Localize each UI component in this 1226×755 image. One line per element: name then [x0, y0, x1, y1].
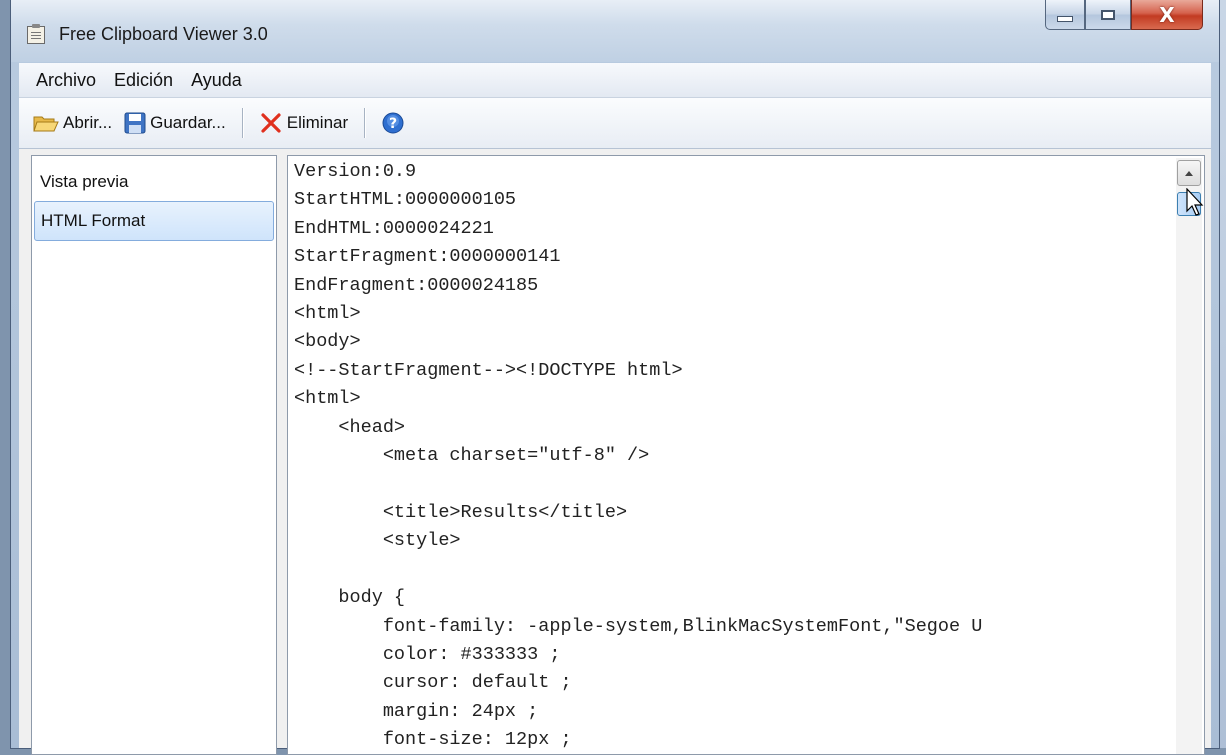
window-title: Free Clipboard Viewer 3.0 — [59, 24, 268, 44]
maximize-button[interactable] — [1085, 0, 1131, 30]
menu-bar: Archivo Edición Ayuda — [19, 63, 1211, 98]
open-button[interactable]: Abrir... — [19, 103, 118, 143]
code-line: color: #333333 ; — [294, 643, 561, 665]
format-item-preview[interactable]: Vista previa — [34, 162, 274, 202]
code-line: StartHTML:0000000105 — [294, 189, 517, 211]
toolbar-separator — [364, 108, 366, 138]
app-window: Free Clipboard Viewer 3.0 X Archivo Edic… — [10, 0, 1220, 755]
help-button[interactable]: ? — [375, 103, 415, 143]
toolbar-separator — [241, 108, 243, 138]
delete-button[interactable]: Eliminar — [253, 103, 354, 143]
format-item-label: HTML Format — [41, 211, 146, 230]
clipboard-content-view[interactable]: Version:0.9 StartHTML:0000000105 EndHTML:0… — [287, 155, 1205, 755]
minimize-button[interactable] — [1045, 0, 1085, 30]
code-line: EndHTML:0000024221 — [294, 217, 494, 239]
clipboard-text[interactable]: Version:0.9 StartHTML:0000000105 EndHTML:0… — [294, 158, 1174, 754]
vertical-scrollbar[interactable] — [1176, 158, 1202, 754]
save-button[interactable]: Guardar... — [118, 103, 232, 143]
clipboard-app-icon[interactable] — [27, 24, 45, 44]
delete-x-icon — [261, 113, 281, 133]
title-bar[interactable]: Free Clipboard Viewer 3.0 X — [11, 0, 1219, 62]
code-line: body { — [294, 587, 406, 609]
code-line: <title>Results</title> — [294, 501, 628, 523]
code-line: <style> — [294, 530, 461, 552]
delete-label: Eliminar — [286, 113, 349, 132]
format-item-label: Vista previa — [40, 172, 129, 191]
code-line: margin: 24px ; — [294, 700, 539, 722]
code-line: cursor: default ; — [294, 672, 572, 694]
open-folder-icon — [33, 116, 59, 132]
code-line: font-size: 12px ; — [294, 729, 572, 751]
toolbar: Abrir... Guardar... Eliminar ? — [19, 98, 1211, 149]
save-label: Guardar... — [150, 113, 226, 132]
formats-list: Vista previa HTML Format — [31, 155, 277, 755]
code-line: Version:0.9 — [294, 161, 417, 182]
close-button[interactable]: X — [1131, 0, 1203, 30]
menu-edicion[interactable]: Edición — [105, 70, 182, 91]
maximize-icon — [1101, 9, 1115, 20]
window-controls: X — [1045, 0, 1203, 30]
code-line: <head> — [294, 416, 406, 438]
menu-ayuda[interactable]: Ayuda — [182, 70, 251, 91]
help-icon: ? — [382, 112, 404, 134]
code-line: font-family: -apple-system,BlinkMacSyste… — [294, 615, 983, 637]
open-label: Abrir... — [63, 113, 113, 132]
code-line: <meta charset="utf-8" /> — [294, 445, 650, 467]
code-line: EndFragment:0000024185 — [294, 274, 539, 296]
code-line: <html> — [294, 388, 361, 410]
format-item-html[interactable]: HTML Format — [34, 201, 274, 241]
save-disk-icon — [124, 112, 146, 134]
svg-text:?: ? — [389, 116, 397, 132]
code-line: <!--StartFragment--><!DOCTYPE html> — [294, 359, 683, 381]
code-line: StartFragment:0000000141 — [294, 246, 561, 268]
scroll-up-button[interactable] — [1177, 160, 1201, 186]
code-line: <html> — [294, 303, 361, 325]
mouse-pointer-icon — [1186, 188, 1204, 216]
minimize-icon — [1057, 15, 1073, 22]
menu-archivo[interactable]: Archivo — [19, 70, 105, 91]
main-content: Vista previa HTML Format Version:0.9 Star… — [19, 149, 1211, 755]
code-line: <body> — [294, 331, 361, 353]
close-icon: X — [1159, 2, 1175, 27]
